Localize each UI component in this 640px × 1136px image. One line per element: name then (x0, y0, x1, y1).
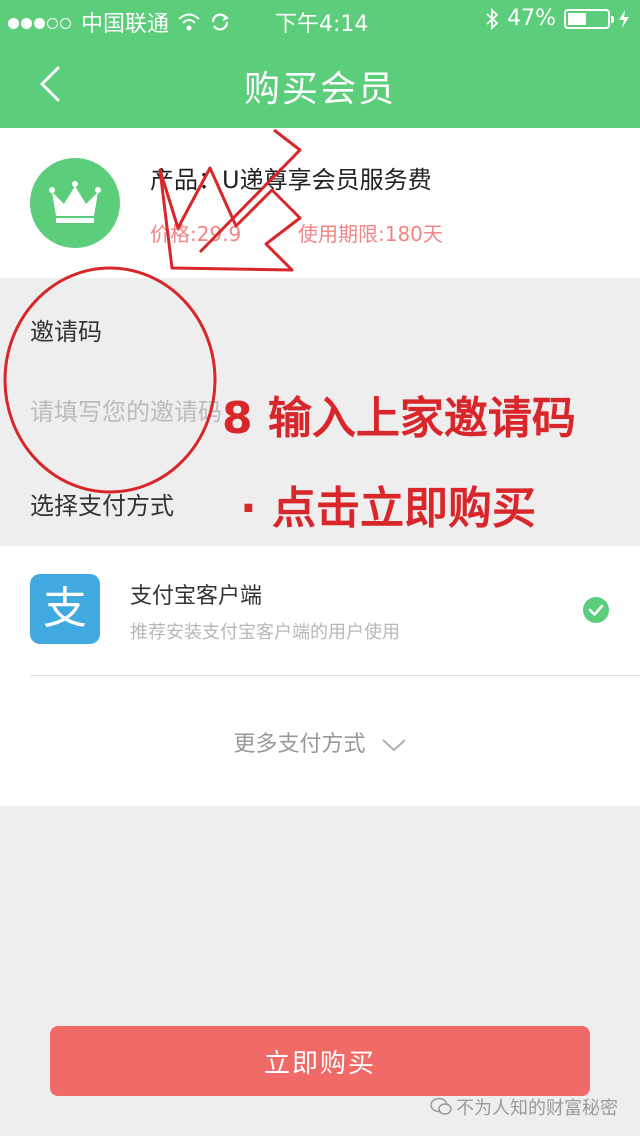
product-card: 产品：U递尊享会员服务费 价格:29.9 使用期限:180天 (0, 128, 640, 278)
page-title: 购买会员 (243, 69, 396, 110)
buy-now-button[interactable]: 立即购买 (50, 1026, 590, 1096)
wechat-icon (430, 1097, 452, 1115)
alipay-icon: 支 (30, 574, 100, 644)
watermark-text: 不为人知的财富秘密 (456, 1098, 618, 1119)
payment-method-label: 选择支付方式 (30, 492, 174, 520)
alipay-option[interactable]: 支 支付宝客户端 推荐安装支付宝客户端的用户使用 (0, 546, 640, 674)
selected-check-icon (583, 597, 609, 623)
status-left: 中国联通 (8, 6, 231, 38)
status-bar: 中国联通 下午4:14 47% (0, 0, 640, 40)
alipay-title: 支付宝客户端 (130, 584, 263, 609)
sync-icon (211, 13, 229, 31)
divider (30, 675, 640, 676)
crown-icon (49, 181, 101, 223)
chevron-down-icon (381, 739, 406, 752)
signal-icon (8, 10, 73, 35)
more-payment-label: 更多支付方式 (233, 732, 366, 757)
product-period: 使用期限:180天 (298, 222, 443, 246)
watermark: 不为人知的财富秘密 (430, 1094, 618, 1120)
invite-code-label: 邀请码 (30, 318, 102, 346)
bluetooth-icon (486, 7, 499, 30)
payment-card: 支 支付宝客户端 推荐安装支付宝客户端的用户使用 更多支付方式 (0, 546, 640, 806)
status-right: 47% (485, 6, 630, 31)
alipay-subtitle: 推荐安装支付宝客户端的用户使用 (130, 622, 400, 643)
membership-avatar (30, 158, 120, 248)
product-name: 产品：U递尊享会员服务费 (150, 166, 432, 194)
wifi-icon (178, 13, 200, 31)
status-time: 下午4:14 (275, 12, 369, 37)
annotation-step-invite: 8 输入上家邀请码 (222, 393, 576, 444)
battery-icon (564, 8, 614, 29)
carrier-name: 中国联通 (81, 12, 170, 37)
charging-icon (619, 9, 629, 28)
more-payment-methods[interactable]: 更多支付方式 (0, 726, 640, 758)
battery-percent: 47% (507, 6, 556, 31)
product-price: 价格:29.9 (150, 222, 242, 246)
annotation-step-buy: · 点击立即购买 (240, 483, 537, 534)
nav-bar: 购买会员 (0, 40, 640, 128)
